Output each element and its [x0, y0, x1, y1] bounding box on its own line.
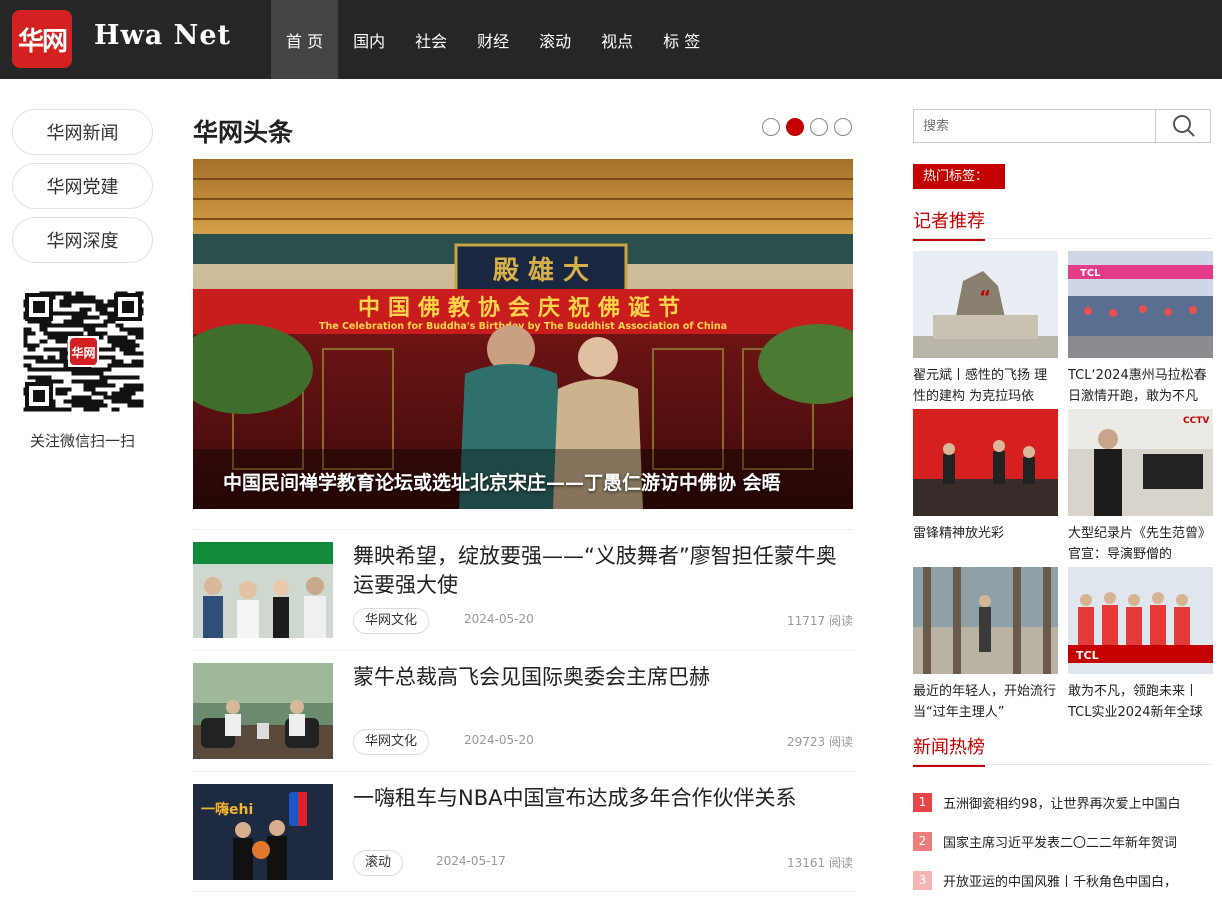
reporter-caption-3[interactable]: 雷锋精神放光彩: [913, 523, 1058, 565]
site-logo[interactable]: 华网: [12, 10, 72, 68]
carousel-dot-2[interactable]: [786, 118, 804, 136]
article-tag-1[interactable]: 华网文化: [353, 608, 430, 634]
nav-finance[interactable]: 财经: [462, 0, 524, 79]
nav-domestic[interactable]: 国内: [338, 0, 400, 79]
reporter-pic-6-text: TCL: [1076, 649, 1099, 662]
reporter-caption-1[interactable]: 翟元斌丨感性的飞扬 理性的建构 为克拉玛依: [913, 365, 1058, 407]
article-date-2: 2024-05-20: [464, 733, 534, 747]
reporter-caption-2[interactable]: TCL‘2024惠州马拉松春日激情开跑，敢为不凡: [1068, 365, 1213, 407]
hotlist-item-1[interactable]: 1 五洲御瓷相约98，让世界再次爱上中国白: [913, 791, 1211, 813]
search-icon: [1172, 115, 1195, 137]
sidebar-link-depth[interactable]: 华网深度: [12, 217, 153, 263]
article-thumb-1[interactable]: [193, 542, 333, 638]
hotlist-rank-1: 1: [913, 792, 932, 812]
wechat-qr-code: 华网: [23, 291, 144, 412]
reporter-section-title: 记者推荐: [913, 207, 985, 241]
article-thumb-3-logo: 一嗨ehi: [201, 801, 253, 818]
hero-caption[interactable]: 中国民间禅学教育论坛或选址北京宋庄——丁愚仁游访中佛协 会晤: [223, 468, 781, 495]
hotlist-text-3[interactable]: 开放亚运的中国风雅丨千秋角色中国白，: [943, 871, 1177, 890]
reporter-pic-2-text: TCL: [1080, 268, 1101, 279]
carousel-dot-1[interactable]: [762, 118, 780, 136]
reporter-pic-1[interactable]: “: [913, 251, 1058, 358]
article-item-1[interactable]: 舞映希望，绽放要强——“义肢舞者”廖智担任蒙牛奥运要强大使 华网文化 2024-…: [193, 529, 853, 650]
hotlist-rank-2: 2: [913, 831, 932, 851]
hotlist-section-head: 新闻热榜: [913, 733, 1211, 767]
nav-viewpoint[interactable]: 视点: [586, 0, 648, 79]
article-date-1: 2024-05-20: [464, 612, 534, 626]
qr-caption: 关注微信扫一扫: [29, 432, 135, 450]
reporter-caption-6[interactable]: 敢为不凡，领跑未来丨TCL实业2024新年全球: [1068, 681, 1213, 723]
reporter-caption-5[interactable]: 最近的年轻人，开始流行当“过年主理人”: [913, 681, 1058, 723]
search-button[interactable]: [1155, 110, 1211, 142]
hotlist-text-1[interactable]: 五洲御瓷相约98，让世界再次爱上中国白: [943, 793, 1181, 812]
hotlist-section-title: 新闻热榜: [913, 733, 985, 767]
reporter-pic-1-text: “: [979, 287, 991, 308]
reporter-card-4[interactable]: CCTV 大型纪录片《先生范曾》官宣：导演野僧的: [1068, 409, 1213, 565]
nav-society[interactable]: 社会: [400, 0, 462, 79]
article-title-1[interactable]: 舞映希望，绽放要强——“义肢舞者”廖智担任蒙牛奥运要强大使: [353, 542, 853, 600]
hot-tags-label: 热门标签：: [913, 164, 1005, 189]
left-sidebar: 华网新闻 华网党建 华网深度 华网 关注微信扫一扫: [12, 109, 153, 450]
reporter-pic-4[interactable]: CCTV: [1068, 409, 1213, 516]
reporter-card-1[interactable]: “ 翟元斌丨感性的飞扬 理性的建构 为克拉玛依: [913, 251, 1058, 407]
brand-name[interactable]: Hwa Net: [94, 20, 231, 51]
reporter-card-3[interactable]: 雷锋精神放光彩: [913, 409, 1058, 565]
hotlist-item-2[interactable]: 2 国家主席习近平发表二〇二二年新年贺词: [913, 830, 1211, 852]
hero-image: 殿 雄 大 中国佛教协会庆祝佛诞节 The Celebration for Bu…: [193, 159, 853, 509]
reporter-pic-4-text: CCTV: [1183, 416, 1209, 426]
article-reads-2: 29723 阅读: [787, 735, 853, 749]
reporter-card-5[interactable]: 最近的年轻人，开始流行当“过年主理人”: [913, 567, 1058, 723]
search-box: [913, 109, 1211, 143]
carousel-dot-4[interactable]: [834, 118, 852, 136]
nav-home[interactable]: 首 页: [271, 0, 339, 79]
section-title: 华网头条: [193, 118, 294, 147]
reporter-pic-3[interactable]: [913, 409, 1058, 516]
article-item-3[interactable]: 一嗨ehi 一嗨租车与NBA中国宣布达成多年合作伙伴关系 滚动 2024-05-…: [193, 771, 853, 892]
reporter-caption-4[interactable]: 大型纪录片《先生范曾》官宣：导演野僧的: [1068, 523, 1213, 565]
article-thumb-2[interactable]: [193, 663, 333, 759]
sidebar-link-news[interactable]: 华网新闻: [12, 109, 153, 155]
article-thumb-3[interactable]: 一嗨ehi: [193, 784, 333, 880]
article-item-2[interactable]: 蒙牛总裁高飞会见国际奥委会主席巴赫 华网文化 2024-05-20 29723 …: [193, 650, 853, 771]
carousel-dot-3[interactable]: [810, 118, 828, 136]
hotlist-rank-3: 3: [913, 870, 932, 890]
reporter-pic-6[interactable]: TCL: [1068, 567, 1213, 674]
article-tag-3[interactable]: 滚动: [353, 850, 404, 876]
reporter-card-2[interactable]: TCL TCL‘2024惠州马拉松春日激情开跑，敢为不凡: [1068, 251, 1213, 407]
reporter-section-head: 记者推荐: [913, 207, 1211, 241]
main-nav: 首 页 国内 社会 财经 滚动 视点 标 签: [271, 0, 715, 79]
reporter-pic-2[interactable]: TCL: [1068, 251, 1213, 358]
article-tag-2[interactable]: 华网文化: [353, 729, 430, 755]
search-input[interactable]: [914, 110, 1154, 142]
article-title-3[interactable]: 一嗨租车与NBA中国宣布达成多年合作伙伴关系: [353, 784, 853, 813]
reporter-card-6[interactable]: TCL 敢为不凡，领跑未来丨TCL实业2024新年全球: [1068, 567, 1213, 723]
hero-plaque: 殿 雄 大: [492, 256, 589, 286]
hero-banner-cn: 中国佛教协会庆祝佛诞节: [358, 295, 688, 321]
sidebar-link-party[interactable]: 华网党建: [12, 163, 153, 209]
hotlist-item-3[interactable]: 3 开放亚运的中国风雅丨千秋角色中国白，: [913, 869, 1211, 891]
article-date-3: 2024-05-17: [436, 854, 506, 868]
article-reads-1: 11717 阅读: [787, 614, 853, 628]
reporter-pic-5[interactable]: [913, 567, 1058, 674]
nav-rolling[interactable]: 滚动: [524, 0, 586, 79]
top-navbar: 华网 Hwa Net 首 页 国内 社会 财经 滚动 视点 标 签: [0, 0, 1222, 79]
nav-tags[interactable]: 标 签: [648, 0, 715, 79]
carousel-dots: [762, 118, 852, 136]
qr-logo-text: 华网: [71, 345, 95, 360]
article-reads-3: 13161 阅读: [787, 856, 853, 870]
hero-carousel-slide[interactable]: 殿 雄 大 中国佛教协会庆祝佛诞节 The Celebration for Bu…: [193, 159, 853, 509]
article-title-2[interactable]: 蒙牛总裁高飞会见国际奥委会主席巴赫: [353, 663, 853, 692]
hotlist-text-2[interactable]: 国家主席习近平发表二〇二二年新年贺词: [943, 832, 1177, 851]
